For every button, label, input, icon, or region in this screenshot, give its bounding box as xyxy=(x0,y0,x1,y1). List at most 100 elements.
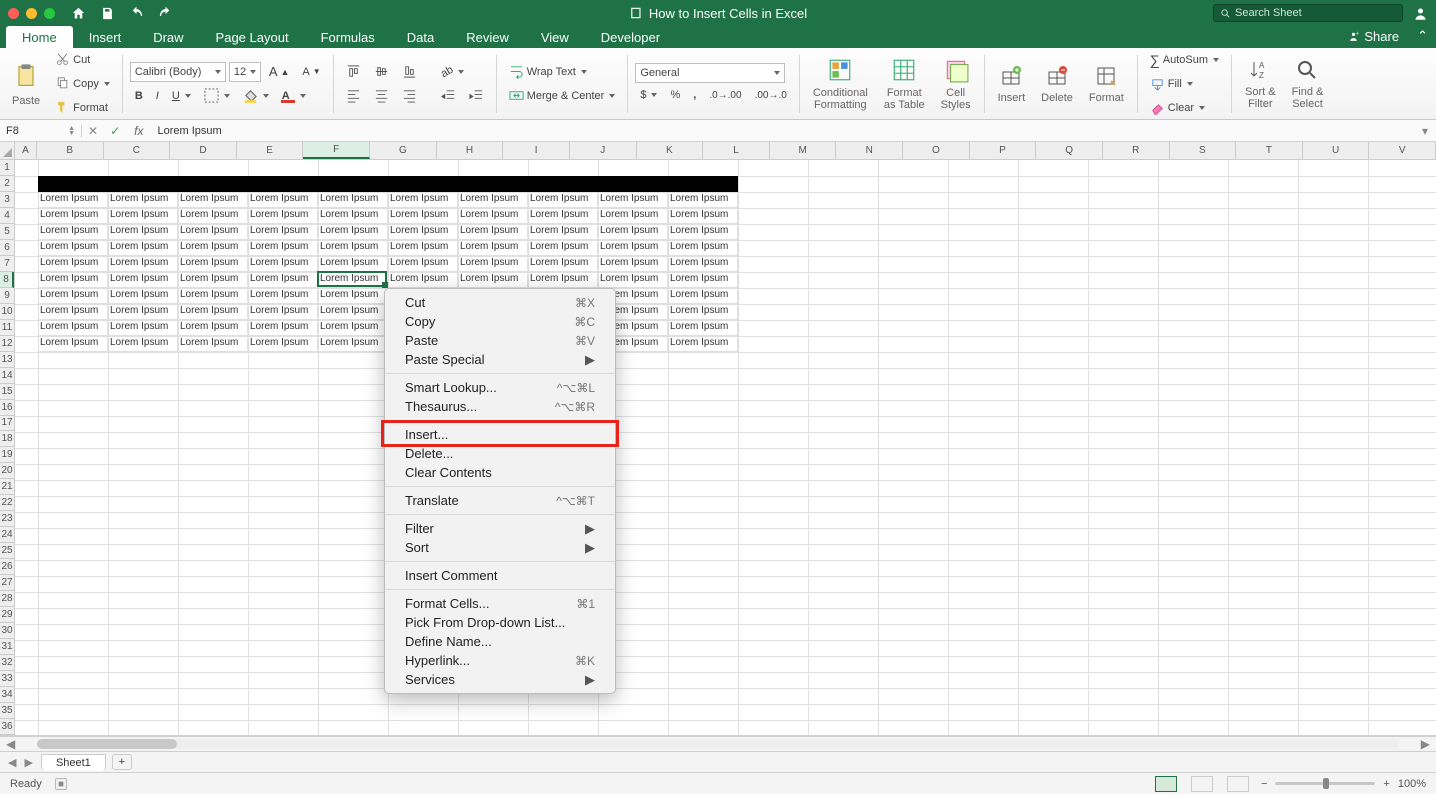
row-header-33[interactable]: 33 xyxy=(0,671,14,687)
col-header-H[interactable]: H xyxy=(437,142,504,159)
bold-button[interactable]: B xyxy=(130,87,148,105)
delete-button[interactable]: Delete xyxy=(1035,61,1079,107)
cell-H3[interactable]: Lorem Ipsum xyxy=(458,192,528,208)
menu-translate[interactable]: Translate^⌥⌘T xyxy=(385,491,615,510)
indent-decrease-button[interactable] xyxy=(436,85,461,106)
cell-F8[interactable]: Lorem Ipsum xyxy=(318,272,388,288)
select-all-corner[interactable] xyxy=(0,142,15,160)
menu-define-name[interactable]: Define Name... xyxy=(385,632,615,651)
cell-F9[interactable]: Lorem Ipsum xyxy=(318,288,388,304)
find-select-button[interactable]: Find & Select xyxy=(1286,55,1330,113)
merge-center-button[interactable]: Merge & Center xyxy=(504,85,621,106)
cell-D11[interactable]: Lorem Ipsum xyxy=(178,320,248,336)
menu-services[interactable]: Services▶ xyxy=(385,670,615,689)
cell-B4[interactable]: Lorem Ipsum xyxy=(38,208,108,224)
add-sheet-button[interactable]: + xyxy=(112,754,132,770)
formula-input[interactable]: Lorem Ipsum xyxy=(151,125,1414,137)
sort-filter-button[interactable]: AZ Sort & Filter xyxy=(1239,55,1282,113)
row-header-2[interactable]: 2 xyxy=(0,176,14,192)
cell-B11[interactable]: Lorem Ipsum xyxy=(38,320,108,336)
ribbon-tab-view[interactable]: View xyxy=(525,26,585,48)
row-header-25[interactable]: 25 xyxy=(0,543,14,559)
cell-D8[interactable]: Lorem Ipsum xyxy=(178,272,248,288)
format-painter-button[interactable]: Format xyxy=(50,97,115,118)
col-header-S[interactable]: S xyxy=(1170,142,1237,159)
cell-E6[interactable]: Lorem Ipsum xyxy=(248,240,318,256)
cell-styles-button[interactable]: Cell Styles xyxy=(935,54,977,114)
row-header-10[interactable]: 10 xyxy=(0,304,14,320)
indent-increase-button[interactable] xyxy=(464,85,489,106)
row-header-32[interactable]: 32 xyxy=(0,655,14,671)
cell-D10[interactable]: Lorem Ipsum xyxy=(178,304,248,320)
cell-H5[interactable]: Lorem Ipsum xyxy=(458,224,528,240)
close-icon[interactable] xyxy=(8,8,19,19)
cell-I4[interactable]: Lorem Ipsum xyxy=(528,208,598,224)
row-header-4[interactable]: 4 xyxy=(0,208,14,224)
cell-F3[interactable]: Lorem Ipsum xyxy=(318,192,388,208)
row-header-12[interactable]: 12 xyxy=(0,336,14,352)
row-header-22[interactable]: 22 xyxy=(0,495,14,511)
orientation-button[interactable]: ab xyxy=(436,63,469,81)
search-input[interactable]: Search Sheet xyxy=(1213,4,1403,22)
cell-F4[interactable]: Lorem Ipsum xyxy=(318,208,388,224)
insert-button[interactable]: Insert xyxy=(992,61,1032,107)
next-sheet-icon[interactable]: ▶ xyxy=(24,756,32,769)
menu-smart-lookup[interactable]: Smart Lookup...^⌥⌘L xyxy=(385,378,615,397)
align-center-button[interactable] xyxy=(369,85,394,106)
cell-F7[interactable]: Lorem Ipsum xyxy=(318,256,388,272)
cell-C12[interactable]: Lorem Ipsum xyxy=(108,336,178,352)
macro-icon[interactable] xyxy=(54,777,68,791)
ribbon-tab-insert[interactable]: Insert xyxy=(73,26,138,48)
cell-D6[interactable]: Lorem Ipsum xyxy=(178,240,248,256)
row-header-1[interactable]: 1 xyxy=(0,160,14,176)
col-header-M[interactable]: M xyxy=(770,142,837,159)
cell-C3[interactable]: Lorem Ipsum xyxy=(108,192,178,208)
increase-font-button[interactable]: A▲ xyxy=(264,61,295,82)
ribbon-tab-home[interactable]: Home xyxy=(6,26,73,48)
cell-G6[interactable]: Lorem Ipsum xyxy=(388,240,458,256)
ribbon-tab-developer[interactable]: Developer xyxy=(585,26,676,48)
row-header-18[interactable]: 18 xyxy=(0,431,14,447)
cell-H4[interactable]: Lorem Ipsum xyxy=(458,208,528,224)
ribbon-tab-page-layout[interactable]: Page Layout xyxy=(200,26,305,48)
user-icon[interactable] xyxy=(1413,6,1428,21)
col-header-P[interactable]: P xyxy=(970,142,1037,159)
row-header-15[interactable]: 15 xyxy=(0,384,14,400)
cell-E11[interactable]: Lorem Ipsum xyxy=(248,320,318,336)
row-header-30[interactable]: 30 xyxy=(0,623,14,639)
menu-thesaurus[interactable]: Thesaurus...^⌥⌘R xyxy=(385,397,615,416)
cell-H8[interactable]: Lorem Ipsum xyxy=(458,272,528,288)
menu-pick-from-drop-down-list[interactable]: Pick From Drop-down List... xyxy=(385,613,615,632)
page-break-view-button[interactable] xyxy=(1227,776,1249,792)
align-left-button[interactable] xyxy=(341,85,366,106)
menu-filter[interactable]: Filter▶ xyxy=(385,519,615,538)
row-header-13[interactable]: 13 xyxy=(0,352,14,368)
menu-insert-comment[interactable]: Insert Comment xyxy=(385,566,615,585)
row-header-35[interactable]: 35 xyxy=(0,703,14,719)
decrease-font-button[interactable]: A▼ xyxy=(297,63,325,81)
row-header-14[interactable]: 14 xyxy=(0,368,14,384)
cell-K6[interactable]: Lorem Ipsum xyxy=(668,240,738,256)
cell-G4[interactable]: Lorem Ipsum xyxy=(388,208,458,224)
underline-button[interactable]: U xyxy=(167,87,196,105)
col-header-V[interactable]: V xyxy=(1369,142,1436,159)
row-header-16[interactable]: 16 xyxy=(0,400,14,416)
cell-D7[interactable]: Lorem Ipsum xyxy=(178,256,248,272)
align-right-button[interactable] xyxy=(397,85,422,106)
cell-C4[interactable]: Lorem Ipsum xyxy=(108,208,178,224)
paste-button[interactable]: Paste xyxy=(12,95,40,107)
col-header-L[interactable]: L xyxy=(703,142,770,159)
col-header-C[interactable]: C xyxy=(104,142,171,159)
paste-icon[interactable] xyxy=(12,61,40,91)
col-header-E[interactable]: E xyxy=(237,142,304,159)
menu-insert[interactable]: Insert... xyxy=(385,425,615,444)
name-box[interactable]: F8 ▲▼ xyxy=(0,125,82,137)
row-header-17[interactable]: 17 xyxy=(0,416,14,432)
col-header-U[interactable]: U xyxy=(1303,142,1370,159)
share-button[interactable]: +Share xyxy=(1337,25,1409,48)
scroll-thumb[interactable] xyxy=(37,739,177,749)
cancel-formula-icon[interactable]: ✕ xyxy=(82,124,104,138)
cell-H6[interactable]: Lorem Ipsum xyxy=(458,240,528,256)
cell-B6[interactable]: Lorem Ipsum xyxy=(38,240,108,256)
ribbon-tab-review[interactable]: Review xyxy=(450,26,525,48)
